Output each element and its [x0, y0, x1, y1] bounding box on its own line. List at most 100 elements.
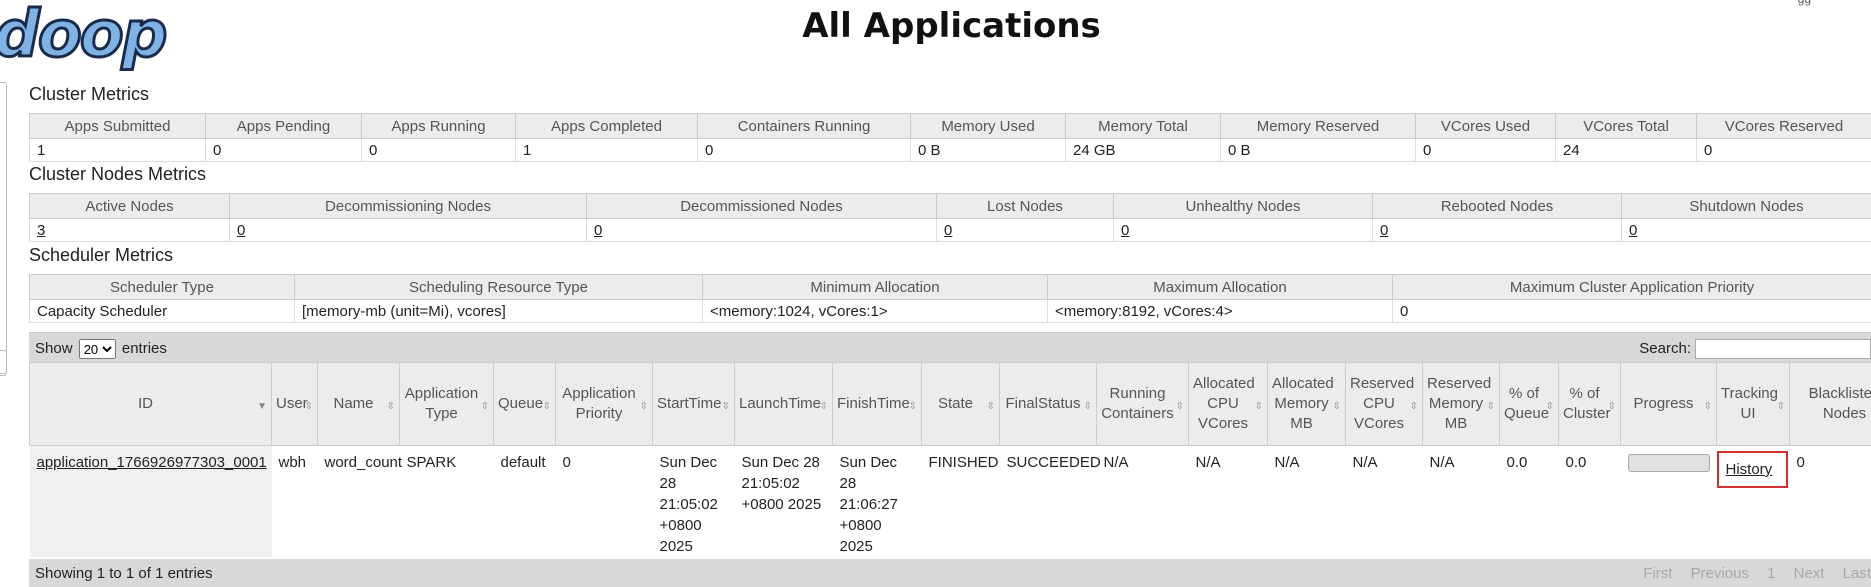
pagination-page[interactable]: 1: [1767, 565, 1775, 582]
header-apps-completed: Apps Completed: [515, 113, 698, 139]
column-header-progress[interactable]: Progress ⇳: [1620, 362, 1717, 446]
value-vcores-reserved: 0: [1696, 138, 1871, 162]
header-scheduling-resource-type: Scheduling Resource Type: [294, 274, 703, 300]
sort-icon: ⇳: [1332, 401, 1341, 412]
column-header-blacklisted-nodes[interactable]: Blacklisted Nodes⇳: [1789, 362, 1871, 446]
column-header-queue[interactable]: Queue ⇳: [493, 362, 556, 446]
column-header-final-status[interactable]: FinalStatus ⇳: [999, 362, 1097, 446]
sort-icon: ⇳: [908, 401, 917, 412]
header-vcores-total: VCores Total: [1555, 113, 1697, 139]
cell-application-priority: 0: [562, 454, 571, 471]
column-label-reserved-memory-mb: Reserved Memory MB: [1427, 375, 1492, 432]
column-header-allocated-cpu-vcores[interactable]: Allocated CPU VCores ⇳: [1188, 362, 1268, 446]
header-vcores-used: VCores Used: [1415, 113, 1556, 139]
pagination-next[interactable]: Next: [1794, 565, 1825, 582]
sort-icon: ⇳: [639, 401, 648, 412]
cell-user: wbh: [278, 454, 307, 471]
column-label-pct-of-cluster: % of Cluster: [1563, 385, 1611, 422]
cell-queue: default: [500, 454, 546, 471]
value-apps-completed: 1: [515, 138, 698, 162]
column-label-application-priority: Application Priority: [562, 385, 636, 422]
column-header-reserved-memory-mb[interactable]: Reserved Memory MB ⇳: [1422, 362, 1500, 446]
sort-icon: ⇳: [1409, 401, 1418, 412]
application-id-link[interactable]: application_1766926977303_0001: [37, 454, 267, 471]
cell-allocated-memory-mb: N/A: [1274, 454, 1300, 471]
cell-start-time: Sun Dec 28 21:05:02 +0800 2025: [659, 454, 718, 555]
page-title: All Applications: [802, 6, 1101, 46]
table-info: Showing 1 to 1 of 1 entries: [35, 565, 213, 582]
header-memory-used: Memory Used: [910, 113, 1066, 139]
column-header-running-containers[interactable]: Running Containers ⇳: [1096, 362, 1189, 446]
column-header-user[interactable]: User ⇳: [271, 362, 318, 446]
user-label: gg: [1798, 0, 1811, 6]
link-decommissioning-nodes[interactable]: 0: [237, 222, 245, 239]
header-rebooted-nodes: Rebooted Nodes: [1372, 193, 1622, 219]
column-header-state[interactable]: State ⇳: [921, 362, 1000, 446]
show-label: Show: [35, 339, 73, 357]
cluster-nodes-metrics-table: Active Nodes Decommissioning Nodes Decom…: [29, 193, 1871, 242]
pagination-last[interactable]: Last: [1843, 565, 1871, 582]
column-label-start-time: StartTime: [657, 395, 722, 412]
applications-table: ID ▼ User ⇳ Name ⇳ Application Type ⇳ Queue ⇳…: [29, 362, 1871, 557]
scheduler-metrics-table: Scheduler Type Scheduling Resource Type …: [29, 274, 1871, 323]
sort-icon: ⇳: [304, 401, 313, 412]
link-rebooted-nodes[interactable]: 0: [1380, 222, 1388, 239]
header-apps-running: Apps Running: [361, 113, 516, 139]
value-minimum-allocation: <memory:1024, vCores:1>: [702, 299, 1048, 323]
column-header-reserved-cpu-vcores[interactable]: Reserved CPU VCores ⇳: [1345, 362, 1423, 446]
sort-desc-icon: ▼: [257, 401, 267, 412]
sort-icon: ⇳: [1703, 401, 1712, 412]
column-header-tracking-ui[interactable]: Tracking UI ⇳: [1716, 362, 1790, 446]
search-label: Search:: [1639, 339, 1691, 357]
cluster-metrics-table: Apps Submitted Apps Pending Apps Running…: [29, 113, 1871, 162]
column-header-allocated-memory-mb[interactable]: Allocated Memory MB ⇳: [1267, 362, 1346, 446]
search-input[interactable]: [1695, 339, 1871, 359]
column-header-application-type[interactable]: Application Type ⇳: [399, 362, 494, 446]
column-header-application-priority[interactable]: Application Priority ⇳: [555, 362, 653, 446]
header-minimum-allocation: Minimum Allocation: [702, 274, 1048, 300]
entries-per-page-select[interactable]: 20: [78, 339, 116, 359]
value-apps-pending: 0: [205, 138, 362, 162]
column-header-start-time[interactable]: StartTime ⇳: [652, 362, 735, 446]
column-header-pct-of-queue[interactable]: % of Queue ⇳: [1499, 362, 1559, 446]
header-shutdown-nodes: Shutdown Nodes: [1621, 193, 1871, 219]
header-decommissioned-nodes: Decommissioned Nodes: [586, 193, 937, 219]
column-label-pct-of-queue: % of Queue: [1504, 385, 1550, 422]
cell-reserved-cpu-vcores: N/A: [1352, 454, 1378, 471]
cell-tracking-ui: History: [1716, 446, 1790, 558]
column-header-id[interactable]: ID ▼: [29, 362, 272, 446]
cell-blacklisted-nodes: 0: [1796, 454, 1805, 471]
column-header-finish-time[interactable]: FinishTime ⇳: [832, 362, 922, 446]
cell-pct-of-queue: 0.0: [1506, 454, 1528, 471]
link-shutdown-nodes[interactable]: 0: [1629, 222, 1637, 239]
pagination-first[interactable]: First: [1643, 565, 1672, 582]
column-label-finish-time: FinishTime: [837, 395, 910, 412]
header-memory-reserved: Memory Reserved: [1220, 113, 1416, 139]
header-apps-submitted: Apps Submitted: [29, 113, 206, 139]
sidebar-toggle[interactable]: [0, 350, 7, 376]
column-header-pct-of-cluster[interactable]: % of Cluster ⇳: [1558, 362, 1621, 446]
link-decommissioned-nodes[interactable]: 0: [594, 222, 602, 239]
history-link[interactable]: History: [1726, 461, 1773, 478]
value-max-cluster-app-priority: 0: [1392, 299, 1871, 323]
column-label-running-containers: Running Containers: [1101, 385, 1174, 422]
column-header-launch-time[interactable]: LaunchTime ⇳: [734, 362, 833, 446]
value-memory-total: 24 GB: [1065, 138, 1221, 162]
cell-final-status: SUCCEEDED: [1006, 454, 1101, 471]
pagination-previous[interactable]: Previous: [1691, 565, 1749, 582]
link-lost-nodes[interactable]: 0: [944, 222, 952, 239]
column-label-allocated-cpu-vcores: Allocated CPU VCores: [1193, 375, 1255, 432]
link-active-nodes[interactable]: 3: [37, 222, 45, 239]
value-memory-reserved: 0 B: [1220, 138, 1416, 162]
link-unhealthy-nodes[interactable]: 0: [1121, 222, 1129, 239]
column-label-queue: Queue: [498, 395, 544, 412]
value-memory-used: 0 B: [910, 138, 1066, 162]
header-decommissioning-nodes: Decommissioning Nodes: [229, 193, 587, 219]
sort-icon: ⇳: [1254, 401, 1263, 412]
column-label-launch-time: LaunchTime: [739, 395, 821, 412]
value-vcores-used: 0: [1415, 138, 1556, 162]
sort-icon: ⇳: [721, 401, 730, 412]
column-header-name[interactable]: Name ⇳: [317, 362, 400, 446]
cluster-nodes-metrics-title: Cluster Nodes Metrics: [29, 164, 207, 184]
column-label-id: ID: [138, 395, 153, 412]
